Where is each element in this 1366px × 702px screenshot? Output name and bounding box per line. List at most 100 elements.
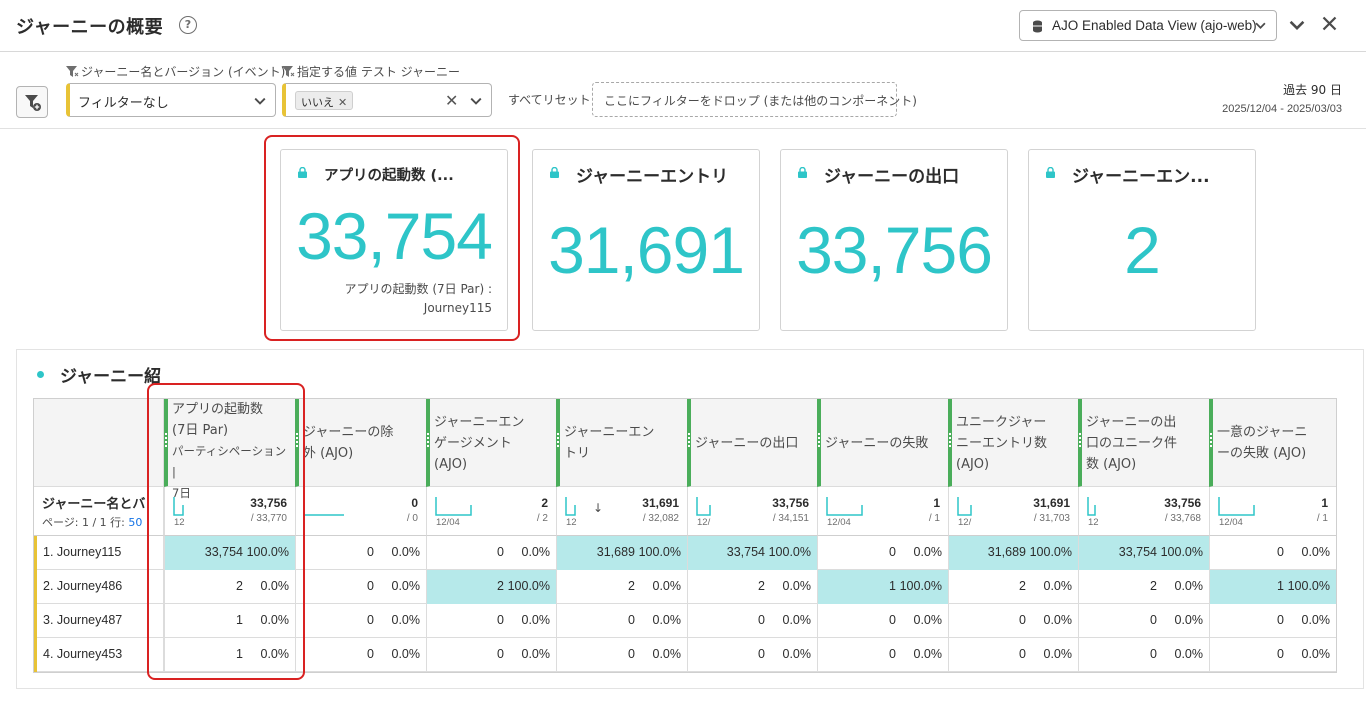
column-header-line: ゲージメント <box>434 435 512 451</box>
data-view-selector[interactable]: AJO Enabled Data View (ajo-web) <box>1019 10 1277 41</box>
table-cell[interactable]: 0 0.0% <box>817 536 948 570</box>
table-cell[interactable]: 2 0.0% <box>1078 570 1209 604</box>
cell-percent: 100.0% <box>768 545 811 559</box>
panel-title[interactable]: ジャーニー紹 <box>60 362 164 387</box>
cell-value: 1 <box>889 579 896 593</box>
column-drag-handle[interactable] <box>949 433 951 447</box>
column-drag-handle[interactable] <box>1079 433 1081 447</box>
table-cell[interactable]: 0 0.0% <box>1078 638 1209 672</box>
row-label[interactable]: 2. Journey486 <box>34 570 164 604</box>
kpi-value: 31,691 <box>548 213 745 287</box>
table-cell[interactable]: 0 0.0% <box>426 604 556 638</box>
column-header-label: ジャーニーの失敗 <box>825 433 940 454</box>
table-cell[interactable]: 0 0.0% <box>556 604 687 638</box>
cell-value: 2 <box>1019 579 1026 593</box>
panel-status-dot <box>37 371 44 378</box>
column-header-label: ジャーニーの除外 (AJO) <box>303 422 418 464</box>
kpi-card-journey-engagement[interactable]: ジャーニーエン... 2 <box>1028 149 1256 331</box>
column-header[interactable]: ジャーニーの出口 <box>687 399 817 487</box>
table-cell[interactable]: 2 0.0% <box>687 570 817 604</box>
table-cell[interactable]: 33,754 100.0% <box>1078 536 1209 570</box>
cell-value: 0 <box>497 613 504 627</box>
total-value: 2 <box>541 496 548 510</box>
sort-arrow-icon[interactable]: ↓ <box>593 501 603 515</box>
table-cell[interactable]: 0 0.0% <box>1209 638 1336 672</box>
tag-remove-icon[interactable]: ✕ <box>338 96 347 109</box>
column-header-line: ユニークジャー <box>956 414 1047 430</box>
column-header[interactable]: ジャーニーエン ゲージメント (AJO) <box>426 399 556 487</box>
column-drag-handle[interactable] <box>1210 433 1212 447</box>
table-cell[interactable]: 1 100.0% <box>1209 570 1336 604</box>
table-cell[interactable]: 0 0.0% <box>295 604 426 638</box>
table-cell[interactable]: 0 0.0% <box>295 570 426 604</box>
cell-value: 0 <box>367 545 374 559</box>
table-cell[interactable]: 0 0.0% <box>295 536 426 570</box>
table-cell[interactable]: 0 0.0% <box>556 638 687 672</box>
cell-percent: 0.0% <box>652 579 682 593</box>
table-cell[interactable]: 33,754 100.0% <box>687 536 817 570</box>
cell-value: 0 <box>1150 613 1157 627</box>
table-cell[interactable]: 0 0.0% <box>295 638 426 672</box>
total-denominator: / 32,082 <box>642 513 679 524</box>
table-cell[interactable]: 0 0.0% <box>1209 604 1336 638</box>
table-corner-header <box>34 399 164 487</box>
table-cell[interactable]: 0 0.0% <box>1209 536 1336 570</box>
filter1-dropdown[interactable]: フィルターなし <box>66 83 276 117</box>
column-header[interactable]: ジャーニーエン トリ <box>556 399 687 487</box>
row-label[interactable]: 4. Journey453 <box>34 638 164 672</box>
column-header-line: ジャーニーエン <box>434 414 525 430</box>
help-icon[interactable]: ? <box>179 16 197 34</box>
filter2-dropdown[interactable]: いいえ ✕ ✕ <box>282 83 492 117</box>
table-cell[interactable]: 0 0.0% <box>1078 604 1209 638</box>
total-denominator: / 1 <box>1316 513 1328 524</box>
table-cell[interactable]: 2 0.0% <box>556 570 687 604</box>
column-drag-handle[interactable] <box>818 433 820 447</box>
column-header[interactable]: ジャーニーの失敗 <box>817 399 948 487</box>
table-cell[interactable]: 0 0.0% <box>817 604 948 638</box>
table-cell[interactable]: 31,689 100.0% <box>556 536 687 570</box>
table-cell[interactable]: 0 0.0% <box>426 638 556 672</box>
column-drag-handle[interactable] <box>557 433 559 447</box>
column-header-line: ジャーニーの出 <box>1086 414 1177 430</box>
dimension-header[interactable]: ジャーニー名とバ ページ: 1 / 1 行: 50 <box>34 487 164 536</box>
table-cell[interactable]: 0 0.0% <box>948 604 1078 638</box>
column-header[interactable]: ユニークジャー ニーエントリ数 (AJO) <box>948 399 1078 487</box>
table-cell[interactable]: 0 0.0% <box>948 638 1078 672</box>
kpi-card-journey-entries[interactable]: ジャーニーエントリ 31,691 <box>532 149 760 331</box>
cell-percent: 0.0% <box>1174 647 1204 661</box>
table-cell[interactable]: 0 0.0% <box>426 536 556 570</box>
cell-percent: 0.0% <box>521 613 551 627</box>
date-range[interactable]: 過去 90 日 2025/12/04 - 2025/03/03 <box>1222 81 1342 115</box>
table-cell[interactable]: 2 100.0% <box>426 570 556 604</box>
lock-icon <box>550 167 559 178</box>
close-icon[interactable] <box>1322 16 1337 31</box>
table-cell[interactable]: 2 0.0% <box>948 570 1078 604</box>
table-cell[interactable]: 0 0.0% <box>817 638 948 672</box>
row-label[interactable]: 1. Journey115 <box>34 536 164 570</box>
column-header-label: ジャーニーエン ゲージメント (AJO) <box>434 412 548 475</box>
table-cell[interactable]: 0 0.0% <box>687 638 817 672</box>
table-cell[interactable]: 0 0.0% <box>687 604 817 638</box>
cell-value: 2 <box>497 579 504 593</box>
reset-all-button[interactable]: すべてリセット <box>508 91 591 108</box>
table-cell[interactable]: 1 100.0% <box>817 570 948 604</box>
clear-icon[interactable]: ✕ <box>445 91 458 110</box>
collapse-chevron-icon[interactable] <box>1289 17 1305 33</box>
kpi-card-journey-exits[interactable]: ジャーニーの出口 33,756 <box>780 149 1008 331</box>
cell-percent: 0.0% <box>1301 613 1331 627</box>
total-value: 33,756 <box>772 496 809 510</box>
row-label[interactable]: 3. Journey487 <box>34 604 164 638</box>
total-value: 31,691 <box>1033 496 1070 510</box>
column-drag-handle[interactable] <box>688 433 690 447</box>
table-cell[interactable]: 31,689 100.0% <box>948 536 1078 570</box>
add-filter-button[interactable] <box>16 86 48 118</box>
filter-drop-zone[interactable]: ここにフィルターをドロップ (または他のコンポーネント) <box>592 82 917 117</box>
database-icon <box>1033 20 1042 33</box>
column-header[interactable]: ジャーニーの出 口のユニーク件数 (AJO) <box>1078 399 1209 487</box>
column-header[interactable]: ジャーニーの除外 (AJO) <box>295 399 426 487</box>
cell-value: 1 <box>1277 579 1284 593</box>
column-header[interactable]: 一意のジャーニ ーの失敗 (AJO) <box>1209 399 1336 487</box>
filter2-tag[interactable]: いいえ ✕ <box>295 91 354 110</box>
column-drag-handle[interactable] <box>427 433 429 447</box>
rows-per-page-link[interactable]: 50 <box>128 516 142 529</box>
